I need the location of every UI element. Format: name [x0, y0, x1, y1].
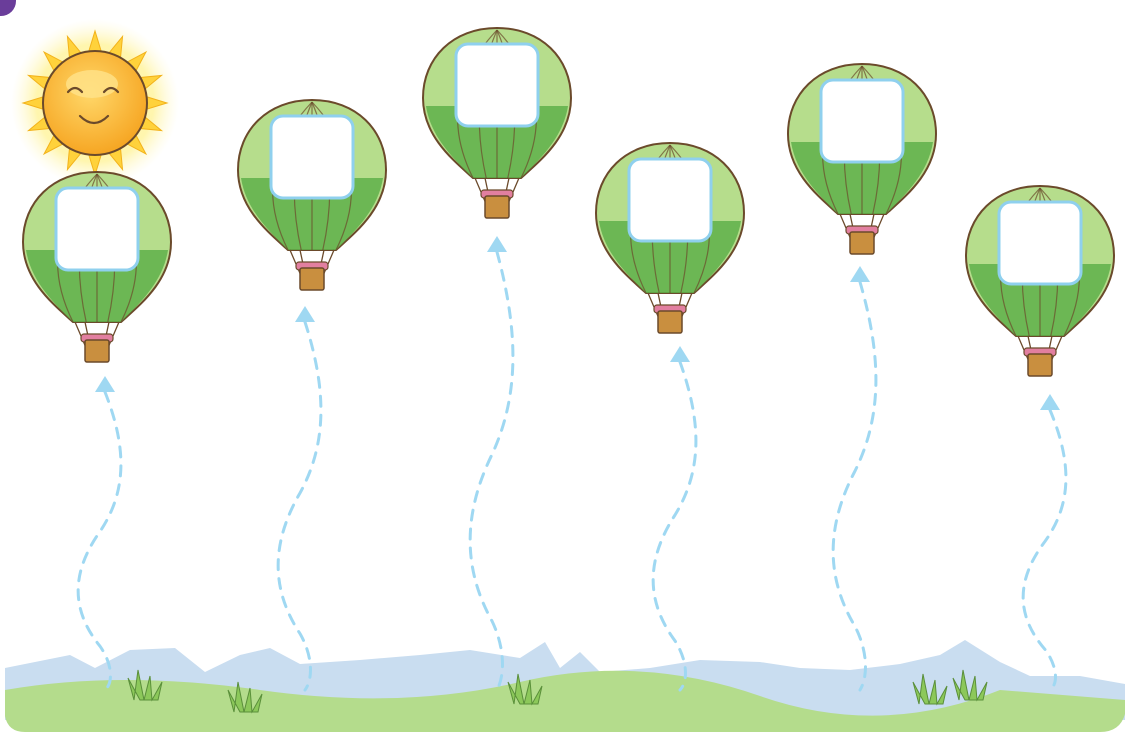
arrow-up-icon — [487, 236, 507, 252]
answer-box[interactable] — [269, 114, 355, 200]
hot-air-balloon-icon — [964, 184, 1116, 377]
hot-air-balloon-icon — [786, 62, 938, 255]
balloons — [21, 26, 1116, 377]
hot-air-balloon-icon — [21, 170, 173, 363]
arrow-up-icon — [670, 346, 690, 362]
answer-box[interactable] — [54, 186, 140, 272]
dashed-trace-path — [468, 250, 515, 692]
dashed-trace-path — [1021, 408, 1068, 692]
dashed-trace-path — [276, 320, 323, 692]
arrow-up-icon — [295, 306, 315, 322]
hot-air-balloon-icon — [421, 26, 573, 219]
answer-box[interactable] — [997, 200, 1083, 286]
arrow-up-icon — [850, 266, 870, 282]
answer-box[interactable] — [819, 78, 905, 164]
sun-icon — [11, 19, 179, 187]
answer-box[interactable] — [454, 42, 540, 128]
worksheet-page — [0, 0, 1137, 740]
hot-air-balloon-icon — [236, 98, 388, 291]
dashed-trace-path — [831, 280, 878, 692]
dashed-trace-path — [651, 360, 698, 692]
arrow-up-icon — [1040, 394, 1060, 410]
scene-canvas — [5, 19, 1125, 732]
hot-air-balloon-icon — [594, 141, 746, 334]
answer-box[interactable] — [627, 157, 713, 243]
dashed-paths — [76, 236, 1068, 692]
arrow-up-icon — [95, 376, 115, 392]
dashed-trace-path — [76, 390, 123, 692]
